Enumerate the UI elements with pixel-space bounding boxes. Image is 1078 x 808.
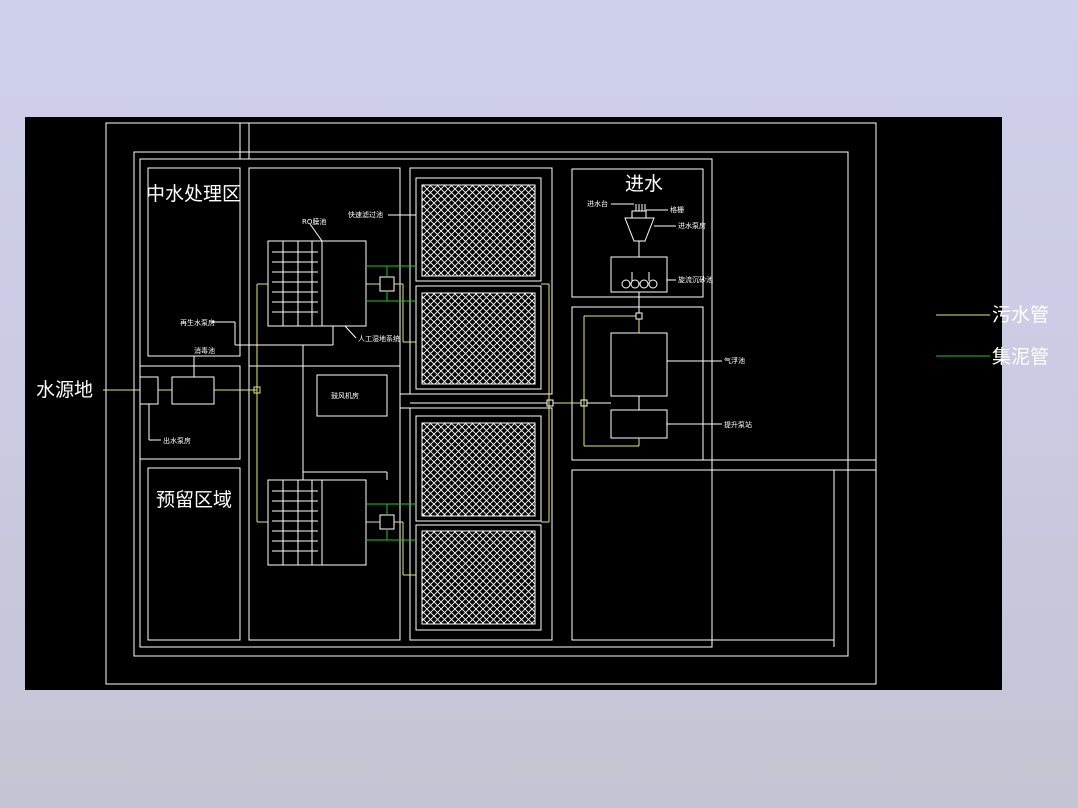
- zone-label-reclaimed-water: 中水处理区: [146, 183, 241, 205]
- legend-sewage-label: 污水管: [992, 304, 1049, 326]
- label-inlet-well: 进水台: [587, 199, 608, 208]
- rapid-filter-tank-4: [415, 524, 542, 631]
- rapid-filter-tank-1: [415, 177, 542, 282]
- zone-label-reserved: 预留区域: [156, 489, 232, 511]
- rapid-filter-tank-2: [415, 285, 542, 390]
- label-grit-tank: 旋流沉砂池: [678, 275, 713, 284]
- label-screen: 格栅: [670, 205, 684, 214]
- label-ro-tank: RO膜池: [302, 217, 326, 226]
- label-rapid-filter: 快速滤过池: [348, 210, 383, 219]
- label-outlet-pump: 出水泵房: [163, 436, 191, 445]
- label-blower-room: 鼓风机房: [331, 391, 359, 400]
- site-plan-drawing: 中水处理区 预留区域 进水 水源地 RO膜池 快速滤过池 进水台 格栅 进水泵房…: [25, 117, 1049, 690]
- zone-label-inlet: 进水: [625, 173, 663, 195]
- label-aeration-tank: 气浮池: [724, 356, 745, 365]
- label-artificial-wetland: 人工湿地系统: [358, 334, 400, 343]
- label-inlet-pump: 进水泵房: [678, 221, 706, 230]
- rapid-filter-tank-3: [415, 415, 542, 522]
- legend-sludge-label: 集泥管: [992, 346, 1049, 368]
- label-lift-pump: 提升泵站: [724, 420, 752, 429]
- label-recycled-pump: 再生水泵房: [180, 318, 215, 327]
- zone-label-water-source: 水源地: [36, 379, 93, 401]
- label-disinfection: 消毒池: [194, 346, 215, 355]
